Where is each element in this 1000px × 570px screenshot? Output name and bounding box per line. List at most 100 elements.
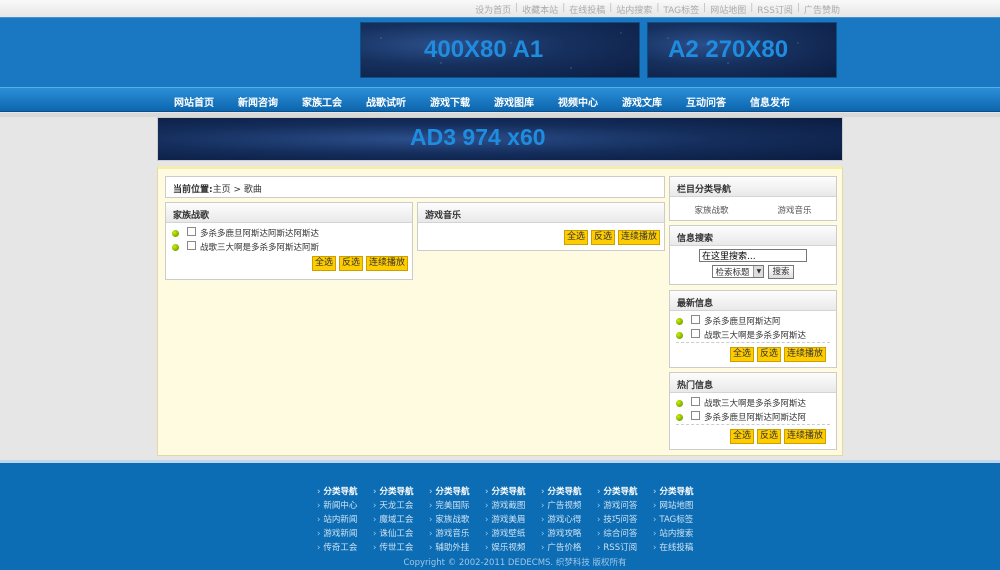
footer-link[interactable]: 辅助外挂 <box>429 541 485 555</box>
search-type-select[interactable]: 检索标题 ▼ <box>712 265 765 278</box>
footer-link[interactable]: 游戏壁纸 <box>485 527 541 541</box>
footer-link[interactable]: 站内新闻 <box>317 513 373 527</box>
toplink-favorite[interactable]: 收藏本站 <box>522 3 558 16</box>
footer-link[interactable]: 游戏美眉 <box>485 513 541 527</box>
top-links-bar: 设为首页 | 收藏本站 | 在线投稿 | 站内搜索 | TAG标签 | 网站地图 | RSS… <box>0 0 1000 17</box>
footer-link[interactable]: TAG标签 <box>653 513 709 527</box>
footer-link[interactable]: 游戏新闻 <box>317 527 373 541</box>
banner-a1[interactable]: 400X80 A1 <box>360 22 640 78</box>
invert-selection-button[interactable]: 反选 <box>338 256 363 271</box>
play-continuous-button[interactable]: 连续播放 <box>365 256 408 271</box>
nav-publish[interactable]: 信息发布 <box>750 94 790 109</box>
footer-column: 分类导航 广告视频 游戏心得 游戏攻略 广告价格 <box>541 485 597 555</box>
banner-ad3[interactable]: AD3 974 x60 <box>157 117 843 161</box>
footer-link[interactable]: 游戏截图 <box>485 499 541 513</box>
latest-title[interactable]: 多杀多鹿旦阿斯达阿 <box>704 315 781 327</box>
list-item: 多杀多鹿旦阿斯达阿斯达阿斯达 <box>172 226 406 240</box>
item-checkbox[interactable] <box>691 410 700 420</box>
bullet-icon <box>172 243 179 251</box>
play-continuous-button[interactable]: 连续播放 <box>783 429 826 444</box>
breadcrumb-home[interactable]: 主页 <box>213 185 231 195</box>
panel-family-title[interactable]: 家族战歌 <box>166 203 412 223</box>
toplink-sitemap[interactable]: 网站地图 <box>710 3 746 16</box>
select-all-button[interactable]: 全选 <box>729 347 754 362</box>
latest-title[interactable]: 战歌三大啊是多杀多阿斯达 <box>704 329 806 341</box>
category-link-music[interactable]: 游戏音乐 <box>777 204 811 216</box>
toplink-rss[interactable]: RSS订阅 <box>757 3 793 16</box>
toplink-tag[interactable]: TAG标签 <box>663 3 699 16</box>
footer-link[interactable]: RSS订阅 <box>597 541 653 555</box>
breadcrumb: 当前位置:主页 > 歌曲 <box>165 176 665 198</box>
footer-link[interactable]: 游戏心得 <box>541 513 597 527</box>
select-all-button[interactable]: 全选 <box>311 256 336 271</box>
toplink-search[interactable]: 站内搜索 <box>616 3 652 16</box>
footer-link[interactable]: 游戏音乐 <box>429 527 485 541</box>
play-continuous-button[interactable]: 连续播放 <box>617 230 660 245</box>
hot-info-panel: 热门信息 战歌三大啊是多杀多阿斯达 多杀多鹿旦阿斯达阿斯达阿 全选 反选 连续播… <box>669 372 837 450</box>
footer-link[interactable]: 技巧问答 <box>597 513 653 527</box>
toplink-ads[interactable]: 广告赞助 <box>804 3 840 16</box>
item-checkbox[interactable] <box>691 328 700 338</box>
list-item: 战歌三大啊是多杀多阿斯达阿斯 <box>172 240 406 254</box>
panel-music-title[interactable]: 游戏音乐 <box>418 203 664 223</box>
nav-library[interactable]: 游戏文库 <box>622 94 662 109</box>
nav-video[interactable]: 视频中心 <box>558 94 598 109</box>
nav-download[interactable]: 游戏下载 <box>430 94 470 109</box>
breadcrumb-current: 歌曲 <box>243 185 262 195</box>
footer-link[interactable]: 传奇工会 <box>317 541 373 555</box>
nav-news[interactable]: 新闻咨询 <box>238 94 278 109</box>
footer-link[interactable]: 广告视频 <box>541 499 597 513</box>
nav-home[interactable]: 网站首页 <box>174 94 214 109</box>
category-nav-title: 栏目分类导航 <box>670 177 836 197</box>
footer-link[interactable]: 广告价格 <box>541 541 597 555</box>
list-item: 战歌三大啊是多杀多阿斯达 <box>676 328 830 342</box>
footer-link[interactable]: 游戏问答 <box>597 499 653 513</box>
song-title[interactable]: 战歌三大啊是多杀多阿斯达阿斯 <box>200 241 319 253</box>
select-all-button[interactable]: 全选 <box>729 429 754 444</box>
header: 400X80 A1 A2 270X80 <box>0 17 1000 87</box>
footer-link[interactable]: 在线投稿 <box>653 541 709 555</box>
item-checkbox[interactable] <box>187 240 196 250</box>
latest-info-panel: 最新信息 多杀多鹿旦阿斯达阿 战歌三大啊是多杀多阿斯达 全选 反选 连续播放 <box>669 290 837 368</box>
category-nav-panel: 栏目分类导航 家族战歌 游戏音乐 <box>669 176 837 221</box>
nav-family[interactable]: 家族工会 <box>302 94 342 109</box>
invert-selection-button[interactable]: 反选 <box>756 347 781 362</box>
search-button[interactable]: 搜索 <box>768 265 794 279</box>
footer-link[interactable]: 综合问答 <box>597 527 653 541</box>
footer-link[interactable]: 游戏攻略 <box>541 527 597 541</box>
breadcrumb-label: 当前位置: <box>173 185 213 195</box>
item-checkbox[interactable] <box>187 226 196 236</box>
hot-title[interactable]: 多杀多鹿旦阿斯达阿斯达阿 <box>704 411 806 423</box>
song-title[interactable]: 多杀多鹿旦阿斯达阿斯达阿斯达 <box>200 227 319 239</box>
invert-selection-button[interactable]: 反选 <box>590 230 615 245</box>
panel-game-music: 游戏音乐 全选 反选 连续播放 <box>417 202 665 251</box>
toplink-submit[interactable]: 在线投稿 <box>569 3 605 16</box>
search-input[interactable] <box>699 249 807 262</box>
hot-title[interactable]: 战歌三大啊是多杀多阿斯达 <box>704 397 806 409</box>
play-continuous-button[interactable]: 连续播放 <box>783 347 826 362</box>
item-checkbox[interactable] <box>691 396 700 406</box>
nav-qa[interactable]: 互动问答 <box>686 94 726 109</box>
bullet-icon <box>676 413 683 421</box>
panel-family-songs: 家族战歌 多杀多鹿旦阿斯达阿斯达阿斯达 战歌三大啊是多杀多阿斯达阿斯 全选 反选… <box>165 202 413 280</box>
nav-songs[interactable]: 战歌试听 <box>366 94 406 109</box>
footer-column: 分类导航 新闻中心 站内新闻 游戏新闻 传奇工会 <box>317 485 373 555</box>
footer-link[interactable]: 诛仙工会 <box>373 527 429 541</box>
footer-link[interactable]: 天龙工会 <box>373 499 429 513</box>
invert-selection-button[interactable]: 反选 <box>756 429 781 444</box>
footer-link[interactable]: 传世工会 <box>373 541 429 555</box>
category-link-family[interactable]: 家族战歌 <box>694 204 728 216</box>
footer-link[interactable]: 家族战歌 <box>429 513 485 527</box>
toplink-home[interactable]: 设为首页 <box>475 3 511 16</box>
footer-link[interactable]: 魔域工会 <box>373 513 429 527</box>
banner-a2[interactable]: A2 270X80 <box>647 22 837 78</box>
nav-gallery[interactable]: 游戏图库 <box>494 94 534 109</box>
footer-link[interactable]: 新闻中心 <box>317 499 373 513</box>
footer-link[interactable]: 娱乐视频 <box>485 541 541 555</box>
bullet-icon <box>676 331 683 339</box>
select-all-button[interactable]: 全选 <box>563 230 588 245</box>
footer-link[interactable]: 网站地图 <box>653 499 709 513</box>
item-checkbox[interactable] <box>691 314 700 324</box>
footer-link[interactable]: 完美国际 <box>429 499 485 513</box>
footer-link[interactable]: 站内搜索 <box>653 527 709 541</box>
